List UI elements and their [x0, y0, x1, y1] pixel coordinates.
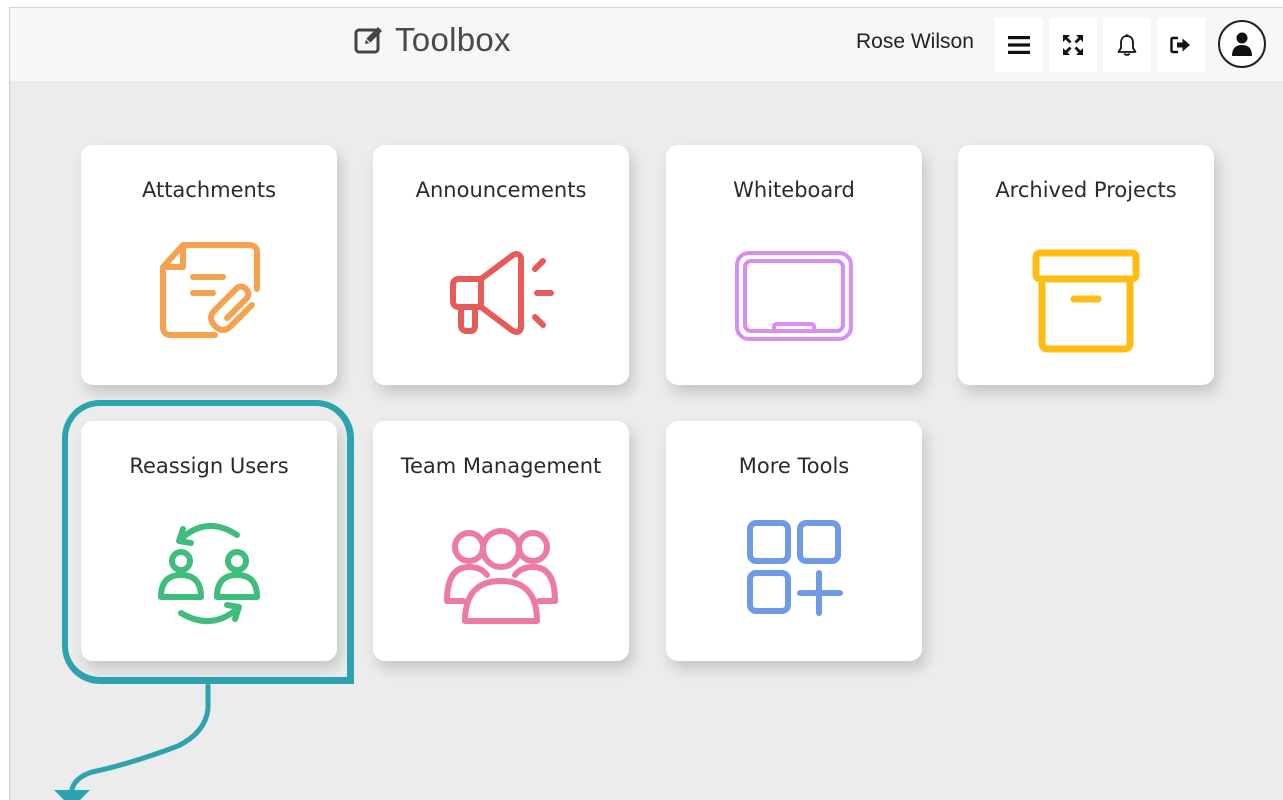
- tile-label: Archived Projects: [995, 178, 1177, 202]
- tile-label: Team Management: [400, 454, 602, 478]
- tile-reassign-users[interactable]: Reassign Users: [81, 421, 337, 661]
- tile-label: Announcements: [415, 178, 587, 202]
- expand-arrows-icon: [1063, 35, 1083, 55]
- logout-button[interactable]: [1157, 18, 1205, 72]
- app-window: Toolbox Rose Wilson Attachments Announce…: [9, 7, 1283, 800]
- user-name: Rose Wilson: [856, 30, 974, 53]
- megaphone-icon: [450, 251, 554, 335]
- tile-label: Attachments: [141, 178, 277, 202]
- bell-icon: [1117, 34, 1137, 56]
- tile-label: Reassign Users: [129, 454, 289, 478]
- top-bar: Toolbox Rose Wilson: [10, 8, 1283, 81]
- notifications-button[interactable]: [1103, 18, 1151, 72]
- tile-announcements[interactable]: Announcements: [373, 145, 629, 385]
- menu-button[interactable]: [995, 18, 1043, 72]
- document-paperclip-icon: [160, 242, 260, 338]
- tile-whiteboard[interactable]: Whiteboard: [666, 145, 922, 385]
- users-swap-icon: [158, 522, 260, 625]
- tile-attachments[interactable]: Attachments: [81, 145, 337, 385]
- tile-team-management[interactable]: Team Management: [373, 421, 629, 661]
- tile-more-tools[interactable]: More Tools: [666, 421, 922, 661]
- whiteboard-icon: [735, 251, 853, 341]
- tile-label: More Tools: [738, 454, 850, 478]
- brand: Toolbox: [353, 20, 511, 60]
- user-icon: [1232, 32, 1252, 56]
- hamburger-menu-icon: [1008, 36, 1030, 54]
- tile-label: Whiteboard: [733, 178, 855, 202]
- page-title: Toolbox: [395, 21, 511, 58]
- fullscreen-button[interactable]: [1049, 18, 1097, 72]
- tile-archived-projects[interactable]: Archived Projects: [958, 145, 1214, 385]
- archive-box-icon: [1032, 249, 1140, 353]
- avatar[interactable]: [1218, 20, 1266, 68]
- sign-out-icon: [1170, 36, 1190, 54]
- grid-plus-icon: [747, 520, 843, 616]
- edit-icon: [354, 27, 382, 54]
- team-group-icon: [444, 528, 558, 624]
- annotation-arrow: [54, 683, 211, 800]
